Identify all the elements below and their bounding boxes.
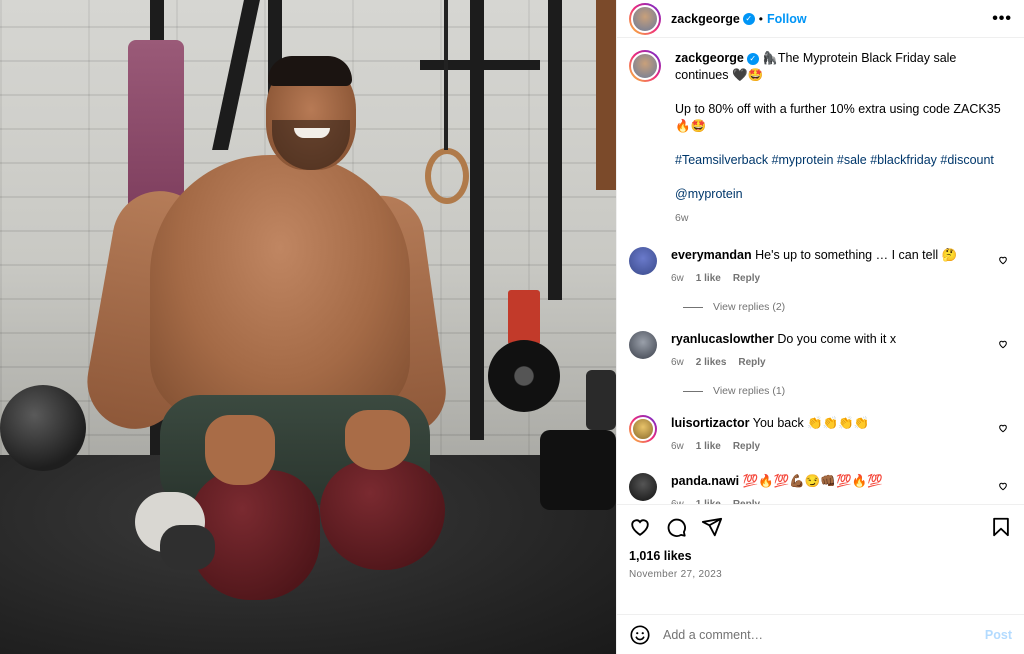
post-actions: 1,016 likes November 27, 2023 [617, 504, 1024, 614]
like-count[interactable]: 1,016 likes [629, 549, 1012, 563]
commenter-avatar[interactable] [629, 331, 657, 359]
comment-heart-icon[interactable] [998, 339, 1008, 349]
caption-avatar[interactable] [629, 50, 661, 82]
comment-username[interactable]: everymandan [671, 248, 752, 262]
medicine-ball [0, 385, 86, 471]
commenter-avatar[interactable] [629, 247, 657, 275]
view-replies-button[interactable]: View replies (1) [683, 385, 1012, 397]
reply-button[interactable]: Reply [738, 354, 765, 371]
comment-time: 6w [671, 441, 684, 452]
comment-time: 6w [671, 273, 684, 284]
comment-item: ryanlucaslowther Do you come with it x 6… [629, 331, 1012, 371]
comment-item: luisortizactor You back 👏👏👏👏 6w 1 like R… [629, 415, 1012, 455]
more-options-icon[interactable]: ••• [992, 10, 1012, 28]
comment-text: 💯🔥💯💪🏾😏👊🏾💯🔥💯 [742, 474, 883, 488]
gymnastic-ring [425, 148, 469, 204]
athlete-right-hand [345, 410, 410, 470]
verified-badge-icon: ✓ [746, 52, 759, 65]
follow-button[interactable]: Follow [767, 12, 807, 26]
caption-line-2: Up to 80% off with a further 10% extra u… [675, 102, 1001, 133]
comment-heart-icon[interactable] [998, 423, 1008, 433]
weight-plate [488, 340, 560, 412]
rack-bar [420, 60, 540, 70]
commenter-avatar[interactable] [629, 473, 657, 501]
post-photo [0, 0, 616, 654]
view-replies-button[interactable]: View replies (2) [683, 301, 1012, 313]
comment-text: You back 👏👏👏👏 [752, 416, 870, 430]
post-header: zackgeorge ✓ • Follow ••• [617, 0, 1024, 38]
replies-line [683, 390, 703, 392]
author-avatar[interactable] [629, 2, 661, 35]
comment-item: everymandan He's up to something … I can… [629, 247, 1012, 287]
ring-strap [444, 0, 448, 150]
athlete-smile [294, 128, 330, 138]
caption-mention[interactable]: @myprotein [675, 186, 1012, 203]
athlete-torso [150, 155, 410, 420]
commenter-avatar[interactable] [629, 415, 657, 443]
view-replies-label: View replies (1) [713, 385, 786, 397]
view-replies-label: View replies (2) [713, 301, 786, 313]
comment-likes[interactable]: 2 likes [696, 354, 727, 371]
comment-text: Do you come with it x [777, 332, 897, 346]
author-username[interactable]: zackgeorge [671, 12, 740, 26]
comment-time: 6w [671, 357, 684, 368]
add-comment-bar: Post [617, 614, 1024, 654]
caption-text: zackgeorge ✓ 🦍The Myprotein Black Friday … [675, 50, 1012, 227]
comments-scroll[interactable]: zackgeorge ✓ 🦍The Myprotein Black Friday … [617, 38, 1024, 504]
caption-time: 6w [675, 212, 689, 224]
comment-likes[interactable]: 1 like [696, 270, 721, 287]
heart-icon[interactable] [629, 516, 651, 538]
separator-dot: • [758, 11, 763, 26]
comment-heart-icon[interactable] [998, 481, 1008, 491]
athlete-right-leg [320, 460, 445, 570]
comment-likes[interactable]: 1 like [696, 496, 721, 504]
caption-block: zackgeorge ✓ 🦍The Myprotein Black Friday … [629, 50, 1012, 227]
supplement-tub [586, 370, 616, 430]
weight-stack [540, 430, 616, 510]
caption-username[interactable]: zackgeorge [675, 51, 744, 65]
comment-username[interactable]: panda.nawi [671, 474, 739, 488]
verified-badge-icon: ✓ [742, 12, 755, 25]
athlete-hair [268, 56, 352, 86]
athlete-left-hand [205, 415, 275, 485]
rack-post [548, 0, 562, 300]
post-side-panel: zackgeorge ✓ • Follow ••• zackgeorge ✓ 🦍T… [616, 0, 1024, 654]
reply-button[interactable]: Reply [733, 270, 760, 287]
comment-username[interactable]: luisortizactor [671, 416, 750, 430]
red-pad [508, 290, 540, 345]
wooden-post [596, 0, 616, 190]
reply-button[interactable]: Reply [733, 438, 760, 455]
caption-hashtags[interactable]: #Teamsilverback #myprotein #sale #blackf… [675, 152, 1012, 169]
comment-input[interactable] [663, 627, 973, 642]
bookmark-icon[interactable] [990, 516, 1012, 538]
share-icon[interactable] [701, 516, 723, 538]
emoji-icon[interactable] [629, 624, 651, 646]
comment-time: 6w [671, 496, 684, 504]
reply-button[interactable]: Reply [733, 496, 760, 504]
replies-line [683, 306, 703, 308]
comment-likes[interactable]: 1 like [696, 438, 721, 455]
athlete-shoe-sole [160, 525, 215, 570]
comment-text: He's up to something … I can tell 🤔 [755, 248, 958, 262]
comment-heart-icon[interactable] [998, 255, 1008, 265]
post-comment-button[interactable]: Post [985, 628, 1012, 642]
comment-username[interactable]: ryanlucaslowther [671, 332, 774, 346]
comment-icon[interactable] [665, 516, 687, 538]
comment-item: panda.nawi 💯🔥💯💪🏾😏👊🏾💯🔥💯 6w 1 like Reply [629, 473, 1012, 504]
post-date: November 27, 2023 [629, 569, 722, 580]
